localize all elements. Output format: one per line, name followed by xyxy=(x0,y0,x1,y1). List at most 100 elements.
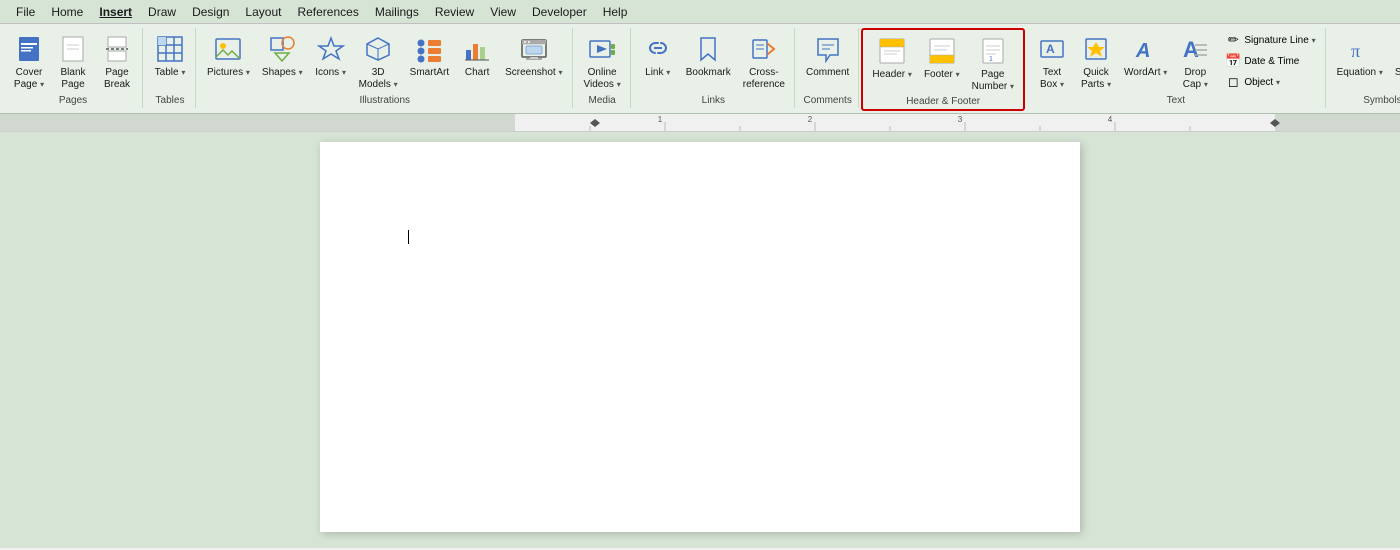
icons-icon xyxy=(315,33,347,65)
3d-models-button[interactable]: 3DModels ▾ xyxy=(354,30,403,94)
text-box-button[interactable]: A TextBox ▾ xyxy=(1031,30,1073,94)
menu-home[interactable]: Home xyxy=(43,3,91,21)
3d-models-label: 3DModels ▾ xyxy=(359,67,398,91)
cross-reference-button[interactable]: Cross-reference xyxy=(738,30,790,94)
header-label: Header ▾ xyxy=(872,69,912,81)
header-button[interactable]: Header ▾ xyxy=(867,32,917,84)
menu-mailings[interactable]: Mailings xyxy=(367,3,427,21)
ribbon-group-pages: CoverPage ▾ BlankPage xyxy=(4,28,143,108)
equation-icon: π xyxy=(1344,33,1376,65)
svg-text:1: 1 xyxy=(658,115,663,124)
signature-line-button[interactable]: ✏ Signature Line ▾ xyxy=(1220,30,1320,50)
pictures-button[interactable]: Pictures ▾ xyxy=(202,30,255,82)
smartart-button[interactable]: SmartArt xyxy=(405,30,454,82)
svg-text:4: 4 xyxy=(1108,115,1113,124)
shapes-icon xyxy=(266,33,298,65)
cross-reference-icon xyxy=(748,33,780,65)
chart-icon xyxy=(461,33,493,65)
icons-button[interactable]: Icons ▾ xyxy=(310,30,352,82)
ribbon-group-tables: Table ▾ Tables xyxy=(145,28,196,108)
date-time-button[interactable]: 📅 Date & Time xyxy=(1220,51,1320,71)
date-time-label: Date & Time xyxy=(1244,56,1299,67)
online-videos-button[interactable]: OnlineVideos ▾ xyxy=(579,30,626,94)
footer-label: Footer ▾ xyxy=(924,69,960,81)
cross-reference-label: Cross-reference xyxy=(743,67,785,91)
page-number-button[interactable]: 1 PageNumber ▾ xyxy=(967,32,1019,96)
ribbon-group-symbols: π Equation ▾ Ω Symbol Symbols xyxy=(1328,28,1400,108)
table-label: Table ▾ xyxy=(155,67,186,79)
screenshot-button[interactable]: Screenshot ▾ xyxy=(500,30,567,82)
equation-button[interactable]: π Equation ▾ xyxy=(1332,30,1388,82)
quick-parts-label: QuickParts ▾ xyxy=(1081,67,1111,91)
page-number-label: PageNumber ▾ xyxy=(972,69,1014,93)
quick-parts-button[interactable]: QuickParts ▾ xyxy=(1075,30,1117,94)
ribbon-group-header-footer: Header ▾ Footer ▾ xyxy=(861,28,1025,111)
menu-layout[interactable]: Layout xyxy=(237,3,289,21)
text-cursor xyxy=(408,230,409,244)
chart-button[interactable]: Chart xyxy=(456,30,498,82)
text-group-label: Text xyxy=(1031,95,1321,108)
shapes-label: Shapes ▾ xyxy=(262,67,303,79)
ribbon-group-comments: Comment Comments xyxy=(797,28,859,108)
ruler: 1 2 3 4 xyxy=(0,114,1400,132)
menu-review[interactable]: Review xyxy=(427,3,482,21)
svg-text:2: 2 xyxy=(808,115,813,124)
blank-page-button[interactable]: BlankPage xyxy=(52,30,94,94)
menu-help[interactable]: Help xyxy=(595,3,636,21)
menu-file[interactable]: File xyxy=(8,3,43,21)
ribbon: CoverPage ▾ BlankPage xyxy=(0,24,1400,114)
shapes-button[interactable]: Shapes ▾ xyxy=(257,30,308,82)
symbol-label: Symbol xyxy=(1395,67,1400,79)
pictures-label: Pictures ▾ xyxy=(207,67,250,79)
blank-page-icon xyxy=(57,33,89,65)
symbol-icon: Ω xyxy=(1396,33,1400,65)
wordart-label: WordArt ▾ xyxy=(1124,67,1167,79)
document-area xyxy=(0,132,1400,548)
equation-label: Equation ▾ xyxy=(1337,67,1383,79)
menu-view[interactable]: View xyxy=(482,3,524,21)
link-label: Link ▾ xyxy=(645,67,670,79)
bookmark-label: Bookmark xyxy=(686,67,731,79)
wordart-icon: A xyxy=(1130,33,1162,65)
ribbon-group-text: A TextBox ▾ QuickParts ▾ xyxy=(1027,28,1326,108)
svg-text:π: π xyxy=(1351,41,1360,61)
menu-insert[interactable]: Insert xyxy=(91,3,140,21)
screenshot-icon xyxy=(518,33,550,65)
drop-cap-label: DropCap ▾ xyxy=(1183,67,1208,91)
text-box-icon: A xyxy=(1036,33,1068,65)
text-box-label: TextBox ▾ xyxy=(1040,67,1064,91)
signature-line-icon: ✏ xyxy=(1225,32,1241,48)
link-icon xyxy=(642,33,674,65)
online-videos-label: OnlineVideos ▾ xyxy=(584,67,621,91)
document-page[interactable] xyxy=(320,142,1080,532)
table-button[interactable]: Table ▾ xyxy=(149,30,191,82)
object-button[interactable]: ◻ Object ▾ xyxy=(1220,72,1320,92)
menu-references[interactable]: References xyxy=(289,3,366,21)
pages-group-label: Pages xyxy=(8,95,138,108)
footer-button[interactable]: Footer ▾ xyxy=(919,32,965,84)
object-label: Object ▾ xyxy=(1244,77,1280,88)
object-icon: ◻ xyxy=(1225,74,1241,90)
menu-design[interactable]: Design xyxy=(184,3,237,21)
pictures-icon xyxy=(212,33,244,65)
3d-models-icon xyxy=(362,33,394,65)
bookmark-button[interactable]: Bookmark xyxy=(681,30,736,82)
chart-label: Chart xyxy=(465,67,489,79)
page-break-icon xyxy=(101,33,133,65)
link-button[interactable]: Link ▾ xyxy=(637,30,679,82)
menu-developer[interactable]: Developer xyxy=(524,3,595,21)
bookmark-icon xyxy=(692,33,724,65)
page-break-button[interactable]: PageBreak xyxy=(96,30,138,94)
table-icon xyxy=(154,33,186,65)
page-wrapper xyxy=(0,132,1400,548)
cover-page-icon xyxy=(13,33,45,65)
svg-text:1: 1 xyxy=(989,56,993,63)
smartart-icon xyxy=(413,33,445,65)
menu-draw[interactable]: Draw xyxy=(140,3,184,21)
drop-cap-button[interactable]: A DropCap ▾ xyxy=(1174,30,1216,94)
comment-button[interactable]: Comment xyxy=(801,30,854,82)
symbol-button[interactable]: Ω Symbol xyxy=(1390,30,1400,82)
wordart-button[interactable]: A WordArt ▾ xyxy=(1119,30,1172,82)
cover-page-button[interactable]: CoverPage ▾ xyxy=(8,30,50,94)
links-group-label: Links xyxy=(637,95,790,108)
